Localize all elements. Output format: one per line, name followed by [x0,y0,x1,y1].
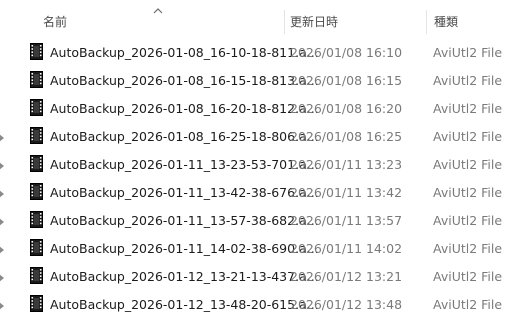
file-list: AutoBackup_2026-01-08_16-10-18-811.a... 2… [0,40,512,320]
column-header-date-modified[interactable]: 更新日時 [290,13,338,31]
chevron-up-icon[interactable] [153,7,163,15]
file-type: AviUtl2 File [433,213,503,228]
file-row[interactable]: AutoBackup_2026-01-11_13-23-53-701.a... 2… [0,152,512,180]
file-date-modified: 2026/01/08 16:15 [290,73,403,88]
aviutl2-file-icon [30,127,43,144]
column-header-type[interactable]: 種類 [434,13,458,31]
file-row[interactable]: AutoBackup_2026-01-12_13-21-13-437.a... 2… [0,264,512,292]
file-name[interactable]: AutoBackup_2026-01-11_14-02-38-690.a... [50,241,319,257]
file-row[interactable]: AutoBackup_2026-01-11_14-02-38-690.a... 2… [0,236,512,264]
chevron-right-icon[interactable] [0,134,4,142]
file-type: AviUtl2 File [433,73,503,88]
file-name[interactable]: AutoBackup_2026-01-08_16-20-18-812.a... [50,101,319,117]
file-date-modified: 2026/01/12 13:48 [290,297,403,312]
chevron-right-icon[interactable] [0,246,4,254]
file-row[interactable]: AutoBackup_2026-01-08_16-15-18-813.a... 2… [0,68,512,96]
aviutl2-file-icon [30,99,43,116]
file-name[interactable]: AutoBackup_2026-01-12_13-48-20-615.a... [50,297,319,313]
aviutl2-file-icon [30,211,43,228]
file-date-modified: 2026/01/11 13:57 [290,213,403,228]
file-type: AviUtl2 File [433,129,503,144]
chevron-right-icon[interactable] [0,274,4,282]
file-date-modified: 2026/01/08 16:20 [290,101,403,116]
chevron-right-icon[interactable] [0,190,4,198]
file-row[interactable]: AutoBackup_2026-01-08_16-10-18-811.a... 2… [0,40,512,68]
file-type: AviUtl2 File [433,157,503,172]
file-name[interactable]: AutoBackup_2026-01-08_16-10-18-811.a... [50,45,319,61]
file-type: AviUtl2 File [433,45,503,60]
file-date-modified: 2026/01/11 14:02 [290,241,403,256]
file-type: AviUtl2 File [433,241,503,256]
column-divider[interactable] [284,10,285,34]
column-header-name[interactable]: 名前 [43,13,67,31]
aviutl2-file-icon [30,295,43,312]
aviutl2-file-icon [30,155,43,172]
aviutl2-file-icon [30,71,43,88]
file-name[interactable]: AutoBackup_2026-01-12_13-21-13-437.a... [50,269,319,285]
file-row[interactable]: AutoBackup_2026-01-08_16-20-18-812.a... 2… [0,96,512,124]
file-row[interactable]: AutoBackup_2026-01-08_16-25-18-806.a... 2… [0,124,512,152]
file-name[interactable]: AutoBackup_2026-01-11_13-42-38-676.a... [50,185,319,201]
column-divider[interactable] [426,10,427,34]
file-name[interactable]: AutoBackup_2026-01-08_16-15-18-813.a... [50,73,319,89]
file-type: AviUtl2 File [433,269,503,284]
file-name[interactable]: AutoBackup_2026-01-11_13-57-38-682.a... [50,213,319,229]
file-name[interactable]: AutoBackup_2026-01-11_13-23-53-701.a... [50,157,319,173]
file-date-modified: 2026/01/12 13:21 [290,269,403,284]
file-type: AviUtl2 File [433,297,503,312]
file-row[interactable]: AutoBackup_2026-01-11_13-57-38-682.a... 2… [0,208,512,236]
chevron-right-icon[interactable] [0,302,4,310]
file-type: AviUtl2 File [433,101,503,116]
chevron-right-icon[interactable] [0,162,4,170]
aviutl2-file-icon [30,43,43,60]
file-date-modified: 2026/01/11 13:42 [290,185,403,200]
column-header-bar: 名前 更新日時 種類 [0,0,512,40]
file-type: AviUtl2 File [433,185,503,200]
file-date-modified: 2026/01/08 16:25 [290,129,403,144]
aviutl2-file-icon [30,239,43,256]
chevron-right-icon[interactable] [0,218,4,226]
file-name[interactable]: AutoBackup_2026-01-08_16-25-18-806.a... [50,129,319,145]
file-date-modified: 2026/01/11 13:23 [290,157,403,172]
aviutl2-file-icon [30,267,43,284]
aviutl2-file-icon [30,183,43,200]
file-row[interactable]: AutoBackup_2026-01-12_13-48-20-615.a... 2… [0,292,512,320]
file-row[interactable]: AutoBackup_2026-01-11_13-42-38-676.a... 2… [0,180,512,208]
file-date-modified: 2026/01/08 16:10 [290,45,403,60]
